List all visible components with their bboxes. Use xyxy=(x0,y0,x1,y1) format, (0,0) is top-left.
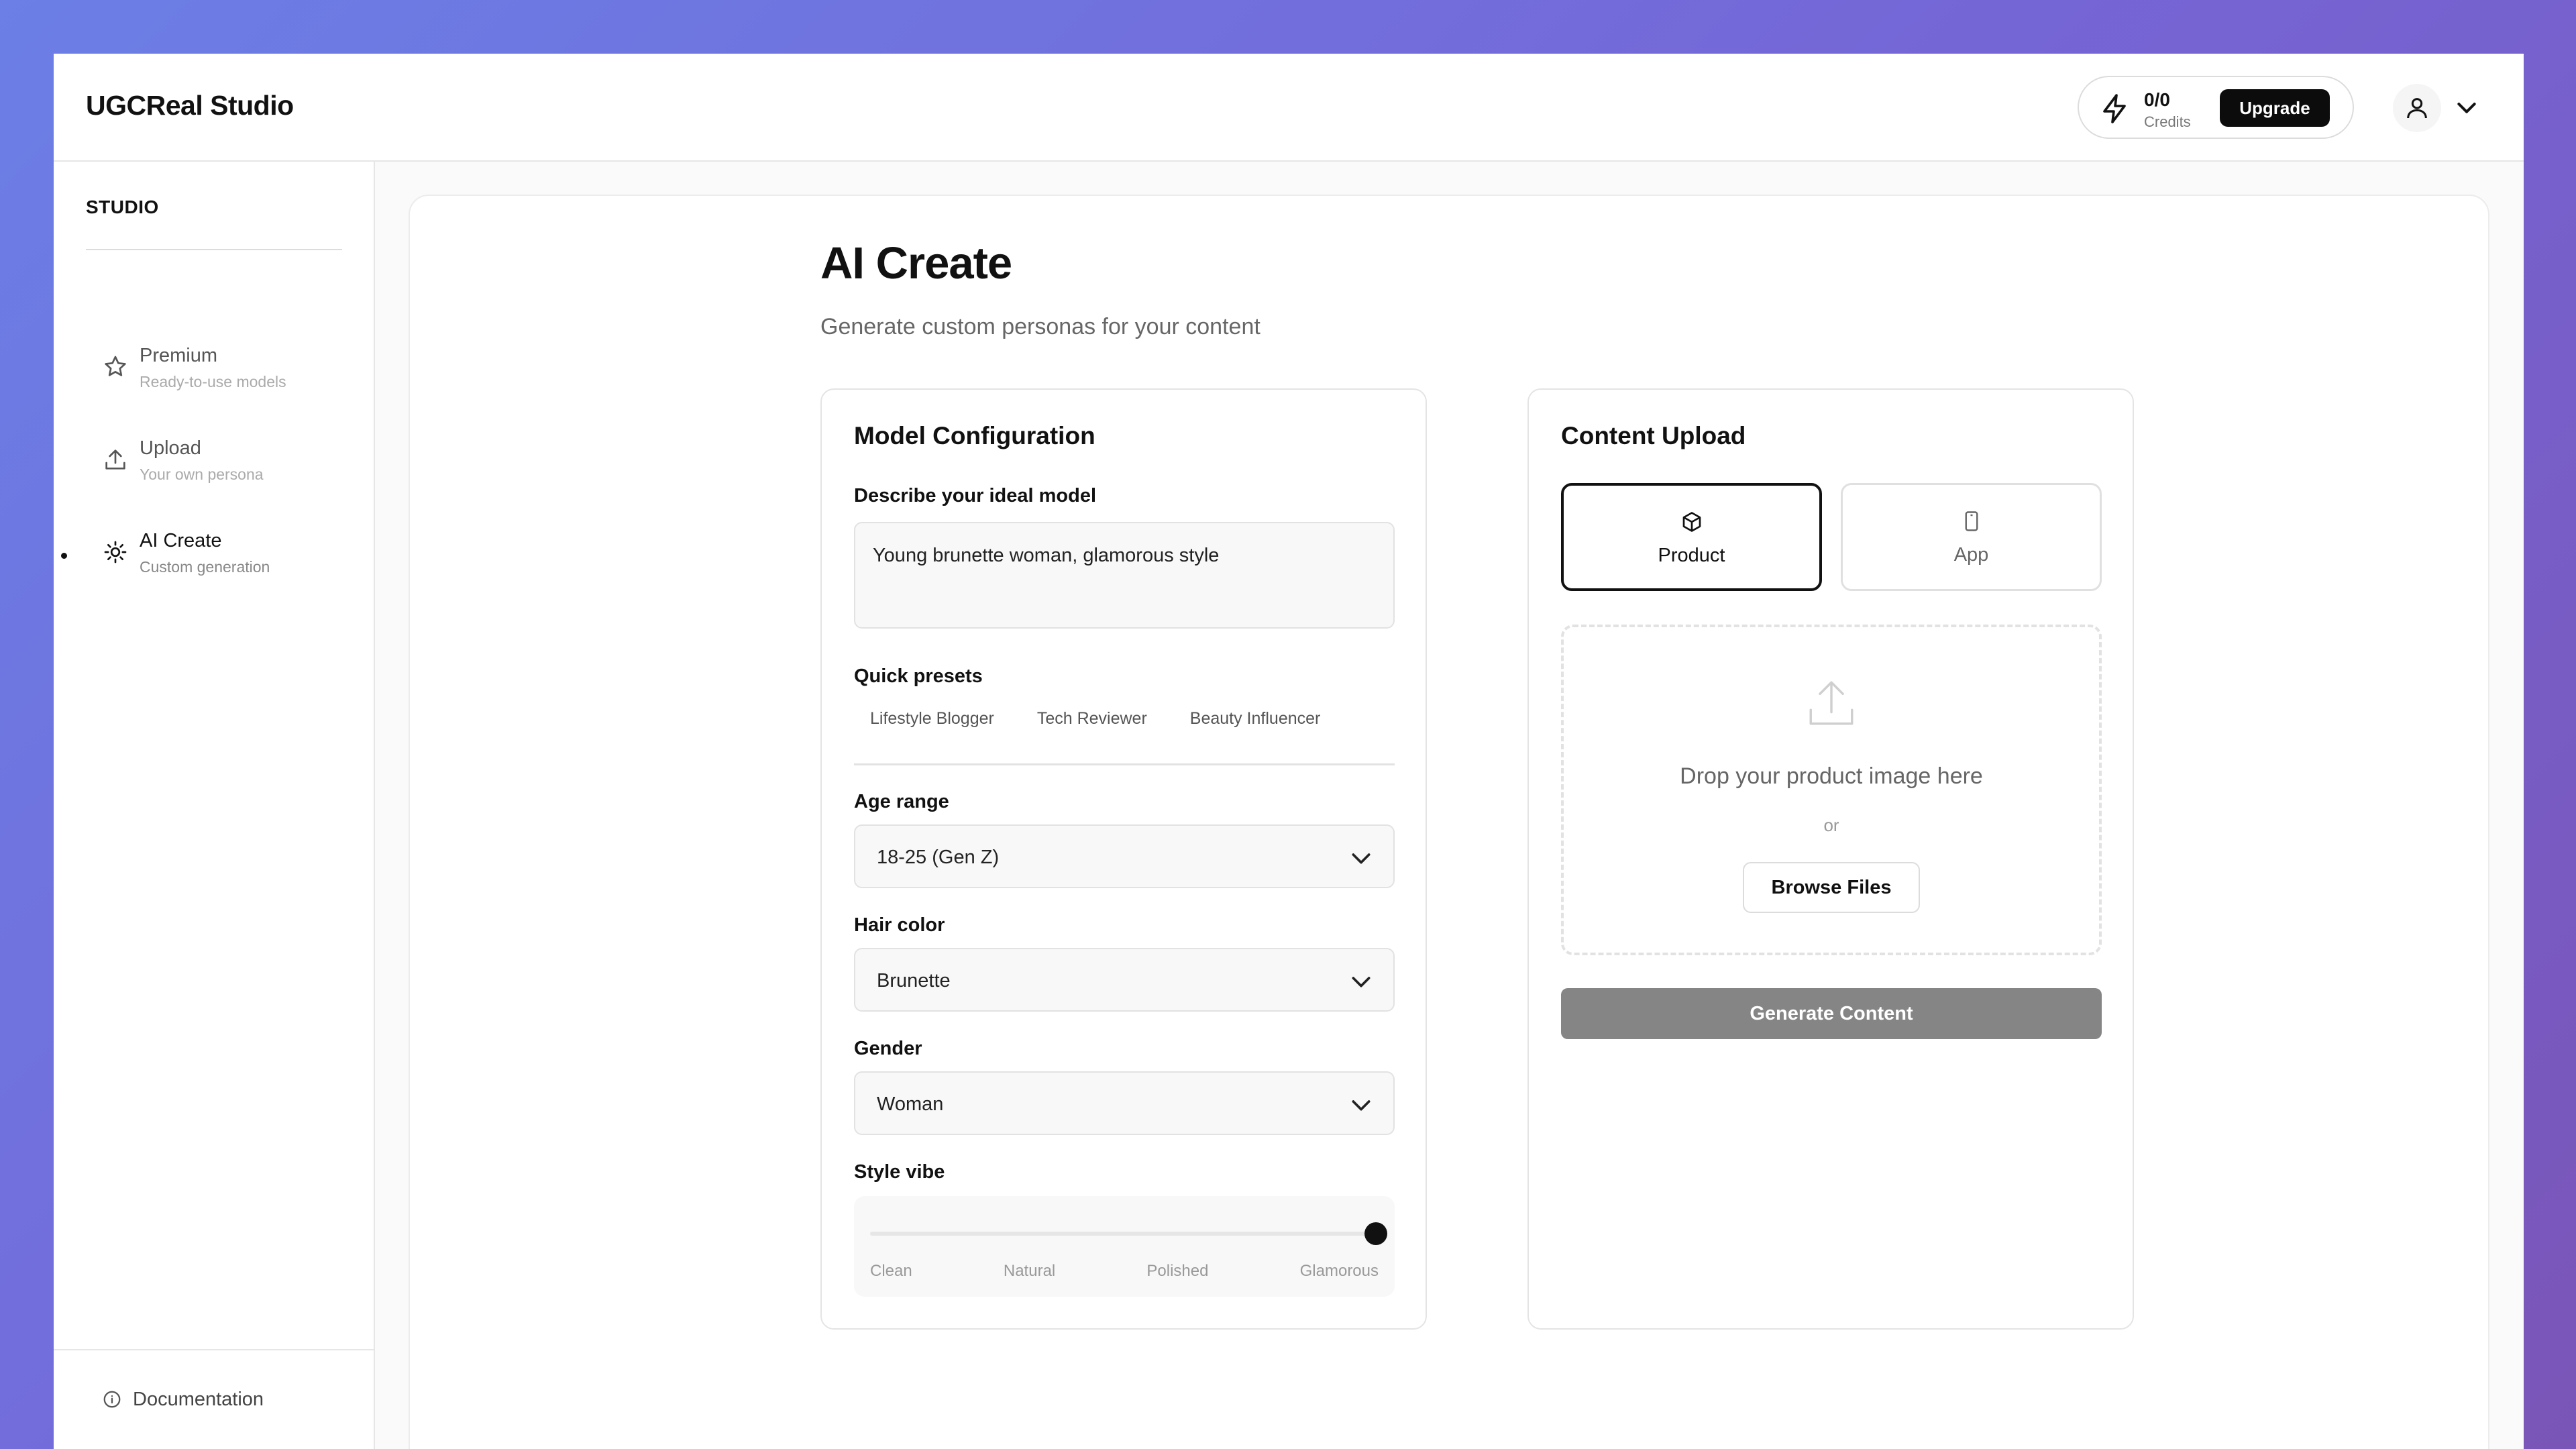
chevron-down-icon xyxy=(1352,1100,1371,1111)
sidebar-item-upload[interactable]: Upload Your own persona xyxy=(86,428,354,502)
preset-beauty-influencer[interactable]: Beauty Influencer xyxy=(1174,702,1337,735)
presets-divider xyxy=(854,763,1395,765)
chevron-down-icon xyxy=(1352,853,1371,864)
gender-value: Woman xyxy=(877,1093,944,1115)
page-title: AI Create xyxy=(820,238,1012,288)
app-window: UGCReal Studio 0/0 Credits Upgrade STUDI… xyxy=(54,54,2524,1449)
upload-icon xyxy=(105,449,125,470)
dropzone-or: or xyxy=(1823,815,1839,835)
upgrade-button[interactable]: Upgrade xyxy=(2220,89,2330,127)
sidebar-item-premium[interactable]: Premium Ready-to-use models xyxy=(86,335,354,409)
phone-icon xyxy=(1965,511,1978,531)
box-icon xyxy=(1682,512,1701,532)
documentation-label: Documentation xyxy=(133,1388,264,1410)
sidebar-divider xyxy=(86,249,342,250)
user-icon xyxy=(2407,98,2427,119)
describe-label: Describe your ideal model xyxy=(854,485,1097,506)
slider-track[interactable] xyxy=(870,1222,1387,1245)
preset-lifestyle-blogger[interactable]: Lifestyle Blogger xyxy=(854,702,1010,735)
sidebar-item-subtitle: Your own persona xyxy=(140,466,264,483)
sidebar-item-subtitle: Custom generation xyxy=(140,558,270,576)
sidebar-item-title: AI Create xyxy=(140,530,222,551)
dropzone-text: Drop your product image here xyxy=(1680,763,1983,789)
sidebar-section-label: STUDIO xyxy=(86,197,159,217)
type-app-label: App xyxy=(1953,544,1989,566)
slider-thumb[interactable] xyxy=(1364,1222,1387,1245)
star-icon xyxy=(105,356,126,376)
chevron-down-icon xyxy=(1352,977,1371,987)
page-subtitle: Generate custom personas for your conten… xyxy=(820,314,1260,339)
browse-files-button[interactable]: Browse Files xyxy=(1743,862,1920,913)
quick-presets-label: Quick presets xyxy=(854,665,983,687)
top-bar: UGCReal Studio 0/0 Credits Upgrade xyxy=(54,54,2524,162)
sidebar-item-subtitle: Ready-to-use models xyxy=(140,373,286,390)
documentation-link[interactable]: Documentation xyxy=(102,1386,264,1413)
upload-icon xyxy=(1809,681,1854,725)
lightning-icon xyxy=(2103,94,2126,123)
preset-tech-reviewer[interactable]: Tech Reviewer xyxy=(1021,702,1163,735)
model-configuration-panel: Model Configuration Describe your ideal … xyxy=(820,388,1427,1330)
gender-select[interactable]: Woman xyxy=(854,1071,1395,1135)
hair-color-select[interactable]: Brunette xyxy=(854,948,1395,1012)
sidebar-footer-divider xyxy=(54,1349,374,1350)
gender-label: Gender xyxy=(854,1038,922,1059)
sun-icon xyxy=(104,541,127,564)
age-range-value: 18-25 (Gen Z) xyxy=(877,847,1000,868)
slider-stop-labels: Clean Natural Polished Glamorous xyxy=(870,1262,1379,1281)
type-product-label: Product xyxy=(1658,545,1725,566)
sidebar-item-ai-create[interactable]: AI Create Custom generation xyxy=(86,521,354,594)
stop-label-glamorous: Glamorous xyxy=(1299,1262,1379,1280)
credits-pill[interactable]: 0/0 Credits Upgrade xyxy=(2078,76,2354,139)
stop-label-polished: Polished xyxy=(1146,1262,1209,1280)
active-indicator xyxy=(61,553,67,559)
image-dropzone[interactable]: Drop your product image here or Browse F… xyxy=(1561,625,2102,955)
sidebar: STUDIO Premium Ready-to-use models Uploa… xyxy=(54,162,375,1449)
app-title: UGCReal Studio xyxy=(86,90,294,121)
age-range-select[interactable]: 18-25 (Gen Z) xyxy=(854,824,1395,888)
hair-color-value: Brunette xyxy=(877,970,951,991)
credits-value: 0/0 xyxy=(2144,89,2170,110)
type-app-card[interactable]: App xyxy=(1841,483,2102,591)
info-icon xyxy=(103,1391,121,1408)
type-product-card[interactable]: Product xyxy=(1561,483,1822,591)
sidebar-item-title: Premium xyxy=(140,345,218,366)
describe-model-input[interactable] xyxy=(854,522,1395,629)
hair-color-label: Hair color xyxy=(854,914,945,936)
panel-title: Model Configuration xyxy=(854,422,1095,449)
avatar[interactable] xyxy=(2393,84,2441,132)
generate-content-button[interactable]: Generate Content xyxy=(1561,988,2102,1039)
style-vibe-slider: Clean Natural Polished Glamorous xyxy=(854,1196,1395,1297)
content-upload-panel: Content Upload Product App Drop your pro xyxy=(1527,388,2134,1330)
sidebar-item-title: Upload xyxy=(140,437,201,459)
credits-label: Credits xyxy=(2144,113,2191,130)
panel-title: Content Upload xyxy=(1561,422,1746,449)
stop-label-natural: Natural xyxy=(1003,1262,1056,1280)
chevron-down-icon[interactable] xyxy=(2453,94,2480,121)
style-vibe-label: Style vibe xyxy=(854,1161,945,1183)
main-content: AI Create Generate custom personas for y… xyxy=(409,195,2489,1449)
stop-label-clean: Clean xyxy=(870,1262,912,1280)
quick-presets: Lifestyle Blogger Tech Reviewer Beauty I… xyxy=(854,702,1347,735)
age-range-label: Age range xyxy=(854,791,949,812)
